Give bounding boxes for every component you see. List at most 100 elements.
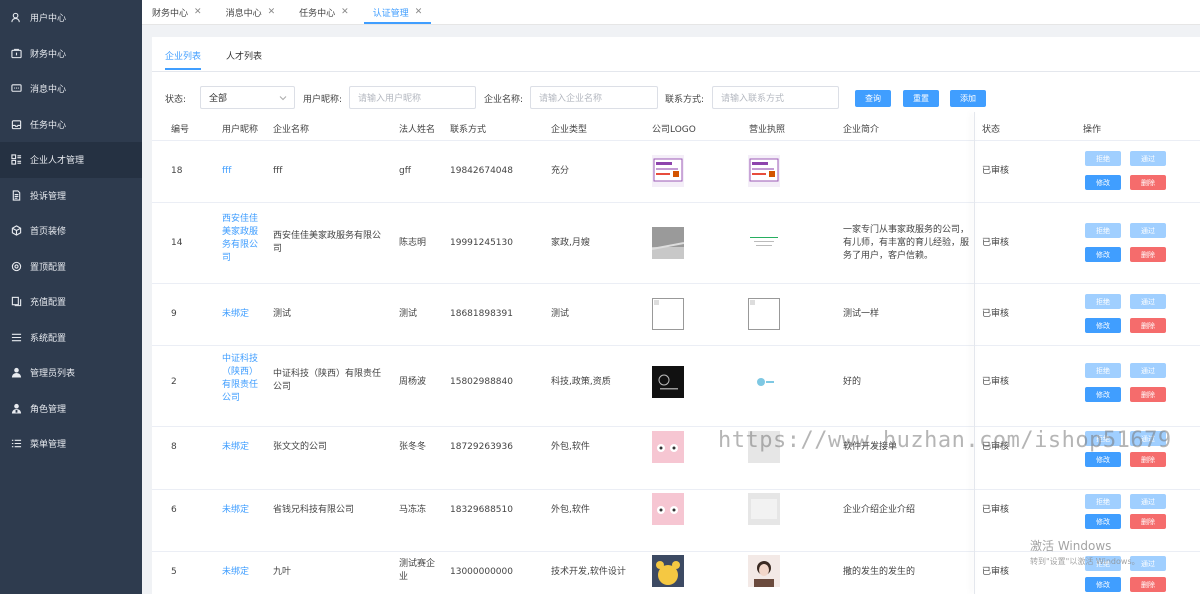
broken-image-icon[interactable]	[748, 298, 780, 330]
company-logo-thumbnail[interactable]	[652, 493, 684, 525]
reject-button[interactable]: 拒绝	[1085, 223, 1121, 238]
main-panel: 企业列表 人才列表 状态: 全部 用户昵称: 请输入用户昵称 企业名称: 请输入…	[152, 37, 1200, 594]
row-nickname-link[interactable]: 西安佳佳美家政服务有限公司	[222, 213, 266, 265]
row-company: 中证科技（陕西）有限责任公司	[273, 369, 382, 392]
sidebar-item-pin-config[interactable]: 置顶配置	[0, 249, 142, 285]
wallet-icon	[10, 47, 22, 59]
tab-talent-list[interactable]: 人才列表	[226, 49, 262, 70]
broken-image-icon[interactable]	[652, 298, 684, 330]
edit-button[interactable]: 修改	[1085, 387, 1121, 402]
row-nickname-link[interactable]: 中证科技（陕西）有限责任公司	[222, 353, 266, 405]
tab-finance-center[interactable]: 财务中心 ✕	[142, 0, 211, 24]
delete-button[interactable]: 删除	[1130, 175, 1166, 190]
tabs-divider	[152, 71, 1200, 72]
company-logo-thumbnail[interactable]	[652, 366, 684, 398]
row-nickname-link[interactable]: 未绑定	[222, 308, 249, 321]
edit-button[interactable]: 修改	[1085, 577, 1121, 592]
pass-button[interactable]: 通过	[1130, 223, 1166, 238]
sidebar-item-user-center[interactable]: 用户中心	[0, 0, 142, 36]
reject-button[interactable]: 拒绝	[1085, 151, 1121, 166]
company-logo-thumbnail[interactable]	[652, 431, 684, 463]
tab-company-list[interactable]: 企业列表	[165, 49, 202, 70]
reject-button[interactable]: 拒绝	[1085, 294, 1121, 309]
pass-button[interactable]: 通过	[1130, 151, 1166, 166]
sidebar-item-finance-center[interactable]: 财务中心	[0, 36, 142, 72]
edit-button[interactable]: 修改	[1085, 452, 1121, 467]
row-nickname-link[interactable]: 未绑定	[222, 566, 249, 579]
business-license-thumbnail[interactable]	[748, 366, 780, 398]
business-license-thumbnail[interactable]	[748, 555, 780, 587]
reject-button[interactable]: 拒绝	[1085, 494, 1121, 509]
row-legal-name: 周杨波	[399, 377, 427, 387]
pass-button[interactable]: 通过	[1130, 363, 1166, 378]
row-status: 已审核	[982, 238, 1010, 248]
contact-input[interactable]: 请输入联系方式	[712, 86, 839, 109]
close-icon[interactable]: ✕	[268, 7, 276, 17]
sidebar-item-message-center[interactable]: 消息中心	[0, 71, 142, 107]
sidebar-item-label: 消息中心	[30, 85, 67, 96]
row-nickname-link[interactable]: 未绑定	[222, 504, 249, 517]
company-name-label: 企业名称:	[484, 95, 524, 105]
delete-button[interactable]: 删除	[1130, 387, 1166, 402]
contact-label: 联系方式:	[665, 95, 705, 105]
close-icon[interactable]: ✕	[341, 7, 349, 17]
edit-button[interactable]: 修改	[1085, 175, 1121, 190]
sidebar-item-admin-list[interactable]: 管理员列表	[0, 355, 142, 391]
sidebar-item-homepage-decor[interactable]: 首页装修	[0, 213, 142, 249]
delete-button[interactable]: 删除	[1130, 247, 1166, 262]
row-type: 测试	[551, 309, 570, 319]
company-logo-thumbnail[interactable]	[652, 227, 684, 259]
delete-button[interactable]: 删除	[1130, 452, 1166, 467]
row-company: 西安佳佳美家政服务有限公司	[273, 231, 382, 254]
row-nickname-link[interactable]: 未绑定	[222, 441, 249, 454]
row-id: 9	[171, 309, 177, 319]
activation-title: 激活 Windows	[1030, 539, 1112, 553]
pass-button[interactable]: 通过	[1130, 294, 1166, 309]
tab-task-center[interactable]: 任务中心 ✕	[290, 0, 358, 24]
sidebar-item-system-config[interactable]: 系统配置	[0, 320, 142, 356]
sidebar-item-recharge-config[interactable]: 充值配置	[0, 284, 142, 320]
pass-button[interactable]: 通过	[1130, 494, 1166, 509]
sidebar-item-label: 用户中心	[30, 14, 67, 25]
column-header: 用户昵称	[222, 125, 259, 135]
business-license-thumbnail[interactable]	[748, 155, 780, 187]
tab-label: 财务中心	[152, 8, 189, 19]
sidebar-item-menu-management[interactable]: 菜单管理	[0, 426, 142, 462]
reset-button[interactable]: 重置	[903, 90, 939, 107]
tab-message-center[interactable]: 消息中心 ✕	[217, 0, 285, 24]
nickname-input[interactable]: 请输入用户昵称	[349, 86, 476, 109]
delete-button[interactable]: 删除	[1130, 318, 1166, 333]
business-license-thumbnail[interactable]	[748, 493, 780, 525]
edit-button[interactable]: 修改	[1085, 318, 1121, 333]
add-button[interactable]: 添加	[950, 90, 986, 107]
edit-button[interactable]: 修改	[1085, 247, 1121, 262]
row-nickname-link[interactable]: fff	[222, 165, 231, 178]
company-logo-thumbnail[interactable]	[652, 555, 684, 587]
row-phone: 15802988840	[450, 377, 513, 387]
row-id: 14	[171, 238, 183, 248]
delete-button[interactable]: 删除	[1130, 514, 1166, 529]
sidebar-item-role-management[interactable]: 角色管理	[0, 391, 142, 427]
edit-button[interactable]: 修改	[1085, 514, 1121, 529]
close-icon[interactable]: ✕	[194, 7, 202, 17]
table-row: 18 fff fff gff 19842674048 充分 已审核 拒绝 通过 …	[152, 141, 1200, 203]
company-logo-thumbnail[interactable]	[652, 155, 684, 187]
company-name-input[interactable]: 请输入企业名称	[530, 86, 658, 109]
delete-button[interactable]: 删除	[1130, 577, 1166, 592]
tab-certification-management[interactable]: 认证管理 ✕	[363, 0, 432, 24]
reject-button[interactable]: 拒绝	[1085, 363, 1121, 378]
business-license-thumbnail[interactable]	[748, 227, 780, 259]
close-icon[interactable]: ✕	[415, 7, 423, 17]
query-button[interactable]: 查询	[855, 90, 891, 107]
sidebar-item-task-center[interactable]: 任务中心	[0, 107, 142, 143]
row-legal-name: 张冬冬	[399, 442, 427, 452]
column-header: 企业名称	[273, 125, 310, 135]
sidebar-item-label: 首页装修	[30, 227, 67, 238]
sidebar-item-complaints[interactable]: 投诉管理	[0, 178, 142, 214]
sidebar-item-enterprise-talent[interactable]: 企业人才管理	[0, 142, 142, 178]
row-company: 九叶	[273, 567, 292, 577]
status-label: 状态:	[165, 95, 187, 105]
row-id: 2	[171, 377, 177, 387]
column-header: 公司LOGO	[652, 125, 696, 135]
status-select[interactable]: 全部	[200, 86, 295, 109]
